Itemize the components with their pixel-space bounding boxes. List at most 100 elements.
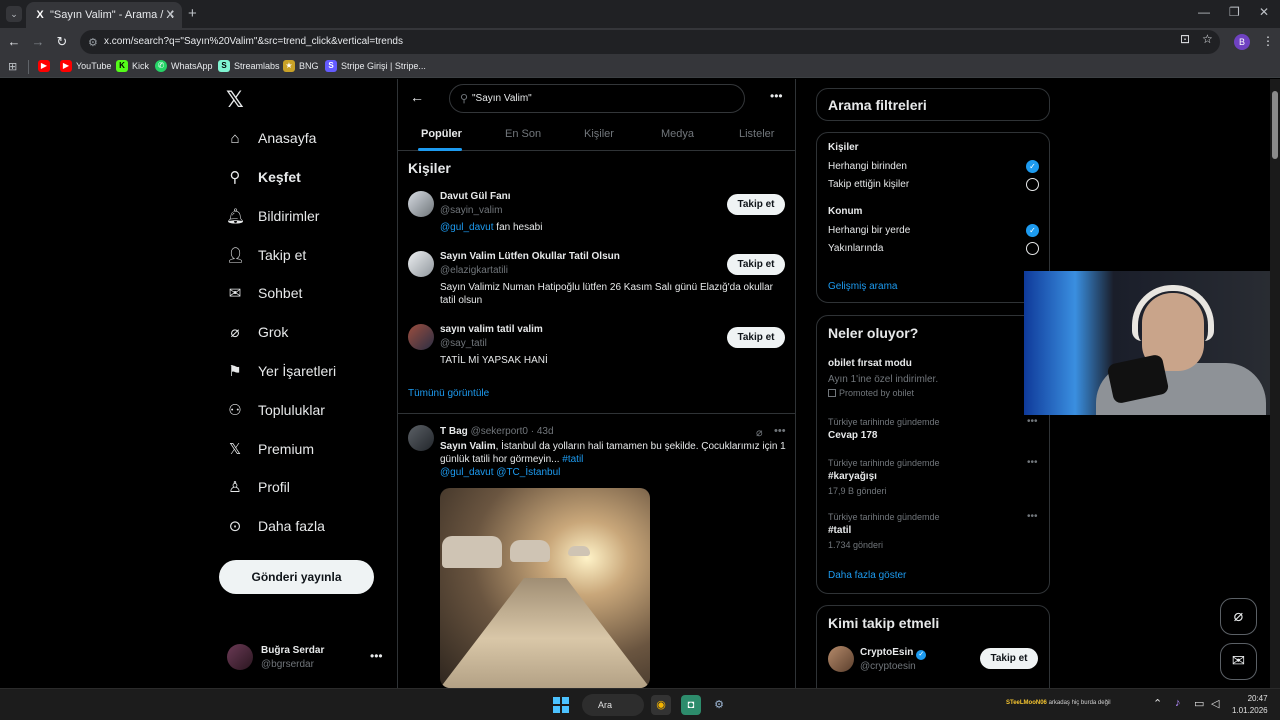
filter-option-anywhere[interactable]: Herhangi bir yerde xyxy=(828,225,910,236)
tab-latest[interactable]: En Son xyxy=(505,128,541,140)
promo-name[interactable]: obilet fırsat modu xyxy=(828,358,912,369)
messages-float-icon[interactable]: ✉ xyxy=(1220,643,1257,680)
trend-name[interactable]: #tatil xyxy=(828,525,851,536)
minimize-icon[interactable]: — xyxy=(1198,5,1210,19)
scrollbar-thumb[interactable] xyxy=(1272,91,1278,159)
tab-close-icon[interactable]: ✕ xyxy=(166,8,175,21)
tab-search-menu-icon[interactable]: ⌄ xyxy=(6,6,22,22)
avatar[interactable] xyxy=(408,324,434,350)
follow-button[interactable]: Takip et xyxy=(727,254,785,275)
show-all-people-link[interactable]: Tümünü görüntüle xyxy=(408,388,489,399)
trend-more-icon[interactable]: ••• xyxy=(1027,511,1038,522)
sidebar-item-more[interactable]: ⊙ Daha fazla xyxy=(226,512,325,540)
tweet-mentions[interactable]: @gul_davut @TC_İstanbul xyxy=(440,467,560,478)
tweet-more-icon[interactable]: ••• xyxy=(774,425,786,437)
taskbar-search[interactable]: Ara xyxy=(582,694,644,716)
bookmark-streamlabs[interactable]: S Streamlabs xyxy=(218,60,280,72)
url-text[interactable]: x.com/search?q="Sayın%20Valim"&src=trend… xyxy=(104,36,403,47)
user-name[interactable]: Davut Gül Fanı xyxy=(440,191,511,202)
apps-grid-icon[interactable]: ⊞ xyxy=(8,60,17,73)
reload-icon[interactable]: ↻ xyxy=(54,34,70,50)
user-name[interactable]: sayın valim tatil valim xyxy=(440,324,543,335)
trend-more-icon[interactable]: ••• xyxy=(1027,416,1038,427)
chrome-icon[interactable]: ◉ xyxy=(651,695,671,715)
steam-icon[interactable]: ⚙ xyxy=(709,695,729,715)
filter-option-nearby[interactable]: Yakınlarında xyxy=(828,243,883,254)
tweet-image[interactable] xyxy=(440,488,650,688)
account-more-icon[interactable]: ••• xyxy=(370,649,383,663)
tab-people[interactable]: Kişiler xyxy=(584,128,614,140)
avatar[interactable] xyxy=(828,646,854,672)
avatar[interactable] xyxy=(408,251,434,277)
sidebar-item-bookmarks[interactable]: ⚑ Yer İşaretleri xyxy=(226,357,336,385)
sidebar-item-profile[interactable]: ♙ Profil xyxy=(226,473,290,501)
new-tab-icon[interactable]: + xyxy=(188,5,197,22)
bio-mention-link[interactable]: @gul_davut xyxy=(440,222,494,233)
page-scrollbar[interactable] xyxy=(1270,79,1280,688)
back-icon[interactable]: ← xyxy=(6,34,22,49)
bookmark-bng[interactable]: ★ BNG xyxy=(283,60,319,72)
bookmark-youtube[interactable]: ▶ YouTube xyxy=(60,60,111,72)
sidebar-item-chat[interactable]: ✉ Sohbet xyxy=(226,279,303,307)
sidebar-item-follow[interactable]: 👤︎ Takip et xyxy=(226,241,306,269)
filter-option-following[interactable]: Takip ettiğin kişiler xyxy=(828,179,909,190)
address-bar[interactable]: ⚙ x.com/search?q="Sayın%20Valim"&src=tre… xyxy=(80,30,1220,54)
avatar[interactable] xyxy=(227,644,253,670)
suggested-user-name[interactable]: CryptoEsin ✓ xyxy=(860,647,927,660)
avatar[interactable] xyxy=(408,425,434,451)
user-name[interactable]: Sayın Valim Lütfen Okullar Tatil Olsun xyxy=(440,251,620,262)
tray-chevron-icon[interactable]: ⌃ xyxy=(1153,697,1162,710)
x-logo-icon[interactable]: 𝕏 xyxy=(226,87,244,113)
sidebar-item-premium[interactable]: 𝕏 Premium xyxy=(226,435,314,463)
radio-anywhere-selected[interactable]: ✓ xyxy=(1026,224,1039,237)
forward-icon[interactable]: → xyxy=(30,34,46,49)
grok-float-icon[interactable]: ⌀ xyxy=(1220,598,1257,635)
microphone-icon[interactable]: ♪ xyxy=(1175,697,1181,709)
trend-name[interactable]: #karyağışı xyxy=(828,471,877,482)
profile-avatar[interactable]: B xyxy=(1234,34,1250,50)
radio-anyone-selected[interactable]: ✓ xyxy=(1026,160,1039,173)
sidebar-item-communities[interactable]: ⚇ Topluluklar xyxy=(226,396,325,424)
tab-popular[interactable]: Popüler xyxy=(421,128,462,140)
bookmark-star-icon[interactable]: ☆ xyxy=(1202,32,1213,46)
follow-button[interactable]: Takip et xyxy=(980,648,1038,669)
advanced-search-link[interactable]: Gelişmiş arama xyxy=(828,281,897,292)
show-more-trends-link[interactable]: Daha fazla göster xyxy=(828,570,906,581)
avatar[interactable] xyxy=(408,191,434,217)
install-app-icon[interactable]: ⊡ xyxy=(1180,32,1190,46)
tweet-author[interactable]: T Bag xyxy=(440,426,468,437)
trend-name[interactable]: Cevap 178 xyxy=(828,430,877,441)
tab-lists[interactable]: Listeler xyxy=(739,128,774,140)
account-handle[interactable]: @bgrserdar xyxy=(261,659,314,670)
account-name[interactable]: Buğra Serdar xyxy=(261,645,324,656)
grok-icon[interactable]: ⌀ xyxy=(756,426,763,439)
browser-menu-icon[interactable]: ⋮ xyxy=(1262,34,1274,48)
network-icon[interactable]: ▭ xyxy=(1194,697,1204,710)
system-clock[interactable]: 20:47 1.01.2026 xyxy=(1232,693,1268,717)
search-query[interactable]: "Sayın Valim" xyxy=(472,93,532,104)
sidebar-item-notifications[interactable]: 🔔︎ Bildirimler xyxy=(226,202,319,230)
sidebar-item-grok[interactable]: ⌀ Grok xyxy=(226,318,288,346)
tweet-time[interactable]: · 43d xyxy=(531,426,554,437)
follow-button[interactable]: Takip et xyxy=(727,194,785,215)
site-info-icon[interactable]: ⚙ xyxy=(88,36,98,49)
maximize-icon[interactable]: ❐ xyxy=(1229,5,1240,19)
radio-nearby[interactable] xyxy=(1026,242,1039,255)
back-arrow-icon[interactable]: ← xyxy=(410,89,424,105)
search-options-icon[interactable]: ••• xyxy=(770,89,783,103)
window-close-icon[interactable]: ✕ xyxy=(1259,5,1269,19)
bookmark-whatsapp[interactable]: ✆ WhatsApp xyxy=(155,60,213,72)
tab-media[interactable]: Medya xyxy=(661,128,694,140)
follow-button[interactable]: Takip et xyxy=(727,327,785,348)
sidebar-item-explore[interactable]: ⚲ Keşfet xyxy=(226,163,301,191)
app-icon[interactable]: ◘ xyxy=(681,695,701,715)
volume-icon[interactable]: ◁ xyxy=(1211,697,1219,710)
trend-more-icon[interactable]: ••• xyxy=(1027,457,1038,468)
browser-tab-active[interactable]: X "Sayın Valim" - Arama / X ✕ xyxy=(26,2,182,28)
tweet-handle[interactable]: @sekerport0 xyxy=(471,426,528,437)
radio-following[interactable] xyxy=(1026,178,1039,191)
sidebar-item-home[interactable]: ⌂ Anasayfa xyxy=(226,124,316,152)
hashtag-link[interactable]: #tatil xyxy=(562,454,583,465)
bookmark-stripe[interactable]: S Stripe Girişi | Stripe... xyxy=(325,60,426,72)
windows-start-icon[interactable] xyxy=(553,697,569,713)
